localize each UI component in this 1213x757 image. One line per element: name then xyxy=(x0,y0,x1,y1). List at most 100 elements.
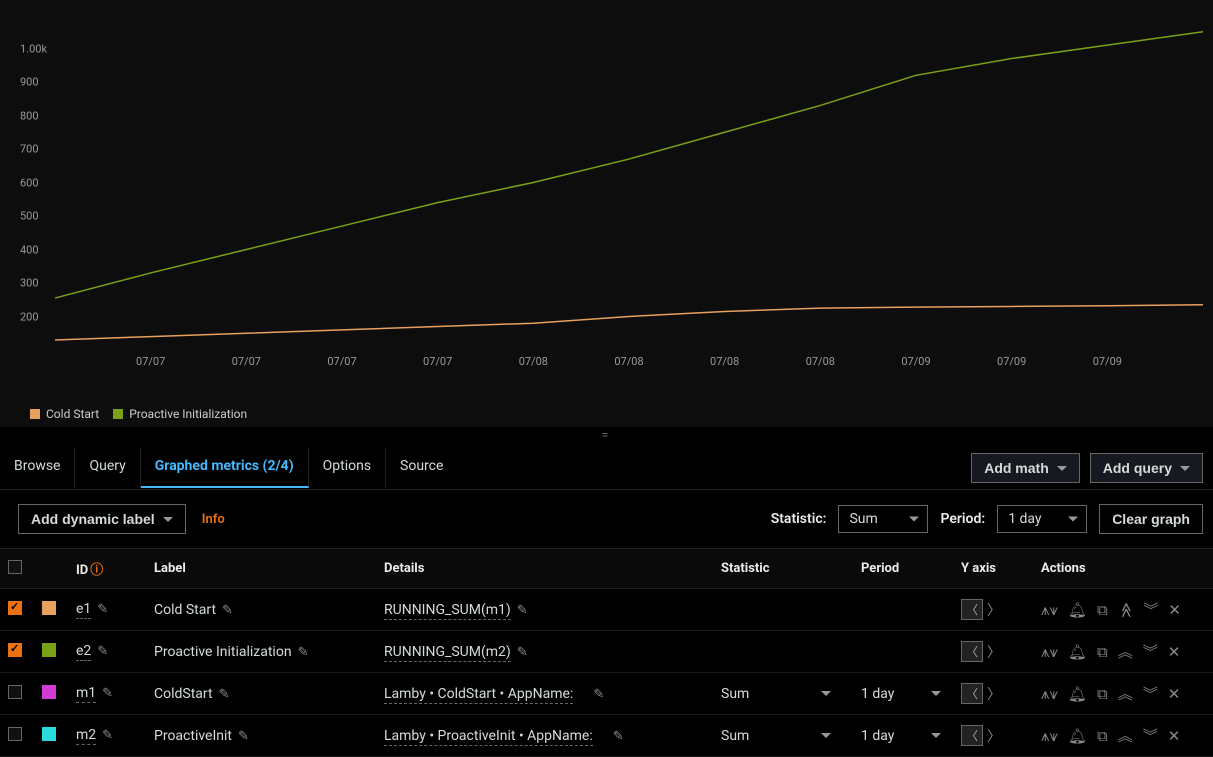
move-down-icon[interactable]: ︾ xyxy=(1143,683,1158,704)
bell-icon[interactable]: 🔔︎ xyxy=(1068,601,1087,619)
x-tick: 07/08 xyxy=(519,355,548,368)
statistic-select[interactable]: Sum xyxy=(838,505,928,533)
swatch xyxy=(113,409,123,419)
series-color-swatch[interactable] xyxy=(42,727,56,741)
remove-icon[interactable]: ✕ xyxy=(1168,601,1181,619)
remove-icon[interactable]: ✕ xyxy=(1168,685,1181,703)
edit-icon[interactable]: ✎ xyxy=(219,687,230,702)
move-up-icon[interactable]: ︽ xyxy=(1118,725,1133,746)
edit-icon[interactable]: ✎ xyxy=(97,644,108,659)
row-period-select[interactable]: 1 day xyxy=(861,728,941,744)
y-tick: 600 xyxy=(20,176,39,189)
row-details[interactable]: Lamby • ProactiveInit • AppName: xyxy=(384,728,593,746)
add-query-button[interactable]: Add query xyxy=(1090,453,1203,483)
copy-icon[interactable]: ⧉ xyxy=(1097,601,1108,619)
bell-icon[interactable]: 🔔︎ xyxy=(1068,685,1087,703)
yaxis-toggle[interactable]: 〈〉 xyxy=(961,725,1025,746)
move-down-icon[interactable]: ︾ xyxy=(1143,599,1158,620)
yaxis-left-icon: 〈 xyxy=(961,725,983,746)
info-link[interactable]: Info xyxy=(202,512,225,527)
copy-icon[interactable]: ⧉ xyxy=(1097,643,1108,661)
table-row: e1 ✎ Cold Start ✎ RUNNING_SUM(m1) ✎ 〈〉 ⩚⩛ 🔔… xyxy=(0,589,1213,631)
y-tick: 1.00k xyxy=(20,42,47,55)
row-details[interactable]: Lamby • ColdStart • AppName: xyxy=(384,686,573,704)
series-color-swatch[interactable] xyxy=(42,601,56,615)
y-tick: 900 xyxy=(20,76,39,89)
period-select[interactable]: 1 day xyxy=(997,505,1087,533)
row-statistic-select[interactable]: Sum xyxy=(721,728,831,744)
tab-options[interactable]: Options xyxy=(309,448,386,488)
info-icon[interactable]: ⓘ xyxy=(90,563,103,578)
caret-icon xyxy=(1180,466,1190,471)
edit-icon[interactable]: ✎ xyxy=(238,729,249,744)
row-period-select[interactable]: 1 day xyxy=(861,686,941,702)
bell-icon[interactable]: 🔔︎ xyxy=(1068,643,1087,661)
bell-icon[interactable]: 🔔︎ xyxy=(1068,727,1087,745)
yaxis-left-icon: 〈 xyxy=(961,599,983,620)
edit-icon[interactable]: ✎ xyxy=(613,729,624,744)
row-checkbox[interactable] xyxy=(8,643,22,657)
row-details[interactable]: RUNNING_SUM(m1) xyxy=(384,602,511,620)
move-down-icon[interactable]: ︾ xyxy=(1143,641,1158,662)
y-tick: 300 xyxy=(20,277,39,290)
edit-icon[interactable]: ✎ xyxy=(593,687,604,702)
series-color-swatch[interactable] xyxy=(42,685,56,699)
copy-icon[interactable]: ⧉ xyxy=(1097,727,1108,745)
chart-plot xyxy=(10,10,1203,390)
row-label: ColdStart xyxy=(154,686,213,702)
table-row: m2✎ ProactiveInit✎ Lamby • ProactiveInit… xyxy=(0,715,1213,757)
yaxis-toggle[interactable]: 〈〉 xyxy=(961,683,1025,704)
move-up-icon[interactable]: ≫ xyxy=(1117,602,1135,618)
col-period: Period xyxy=(853,549,953,589)
row-statistic-select[interactable]: Sum xyxy=(721,686,831,702)
edit-icon[interactable]: ✎ xyxy=(298,645,309,660)
edit-icon[interactable]: ✎ xyxy=(517,645,528,660)
row-id[interactable]: e2 xyxy=(76,643,91,661)
row-id[interactable]: m2 xyxy=(76,727,96,745)
edit-icon[interactable]: ✎ xyxy=(517,603,528,618)
row-details[interactable]: RUNNING_SUM(m2) xyxy=(384,644,511,662)
add-dynamic-label-button[interactable]: Add dynamic label xyxy=(18,504,186,534)
pulse-icon[interactable]: ⩚⩛ xyxy=(1041,727,1058,745)
tab-browse[interactable]: Browse xyxy=(0,448,75,488)
move-up-icon[interactable]: ︽ xyxy=(1118,641,1133,662)
col-yaxis: Y axis xyxy=(953,549,1033,589)
pulse-icon[interactable]: ⩚⩛ xyxy=(1041,685,1058,703)
caret-icon xyxy=(909,517,919,522)
move-up-icon[interactable]: ︽ xyxy=(1118,683,1133,704)
series-color-swatch[interactable] xyxy=(42,643,56,657)
clear-graph-button[interactable]: Clear graph xyxy=(1099,504,1203,534)
edit-icon[interactable]: ✎ xyxy=(102,686,113,701)
row-checkbox[interactable] xyxy=(8,685,22,699)
resize-grip[interactable]: = xyxy=(0,427,1213,443)
remove-icon[interactable]: ✕ xyxy=(1168,727,1181,745)
row-checkbox[interactable] xyxy=(8,727,22,741)
legend-item[interactable]: Cold Start xyxy=(30,407,99,421)
add-math-button[interactable]: Add math xyxy=(971,453,1080,483)
tab-graphed-metrics[interactable]: Graphed metrics (2/4) xyxy=(141,448,309,488)
yaxis-toggle[interactable]: 〈〉 xyxy=(961,641,1025,662)
tab-query[interactable]: Query xyxy=(75,448,140,488)
edit-icon[interactable]: ✎ xyxy=(222,603,233,618)
copy-icon[interactable]: ⧉ xyxy=(1097,685,1108,703)
move-down-icon[interactable]: ︾ xyxy=(1143,725,1158,746)
legend-item[interactable]: Proactive Initialization xyxy=(113,407,247,421)
tab-source[interactable]: Source xyxy=(386,448,457,488)
y-tick: 800 xyxy=(20,109,39,122)
col-label: Label xyxy=(146,549,376,589)
remove-icon[interactable]: ✕ xyxy=(1168,643,1181,661)
chart-canvas: 1.00k90080070060050040030020007/0707/070… xyxy=(10,10,1203,390)
row-id[interactable]: m1 xyxy=(76,685,96,703)
statistic-label: Statistic: xyxy=(771,511,827,527)
caret-icon xyxy=(1057,466,1067,471)
edit-icon[interactable]: ✎ xyxy=(102,728,113,743)
pulse-icon[interactable]: ⩚⩛ xyxy=(1041,643,1058,661)
pulse-icon[interactable]: ⩚⩛ xyxy=(1041,601,1058,619)
select-all-checkbox[interactable] xyxy=(8,560,22,574)
row-checkbox[interactable] xyxy=(8,601,22,615)
chart-series-line xyxy=(55,305,1203,340)
edit-icon[interactable]: ✎ xyxy=(97,602,108,617)
row-label: Cold Start xyxy=(154,602,216,618)
row-id[interactable]: e1 xyxy=(76,601,91,619)
yaxis-toggle[interactable]: 〈〉 xyxy=(961,599,1025,620)
